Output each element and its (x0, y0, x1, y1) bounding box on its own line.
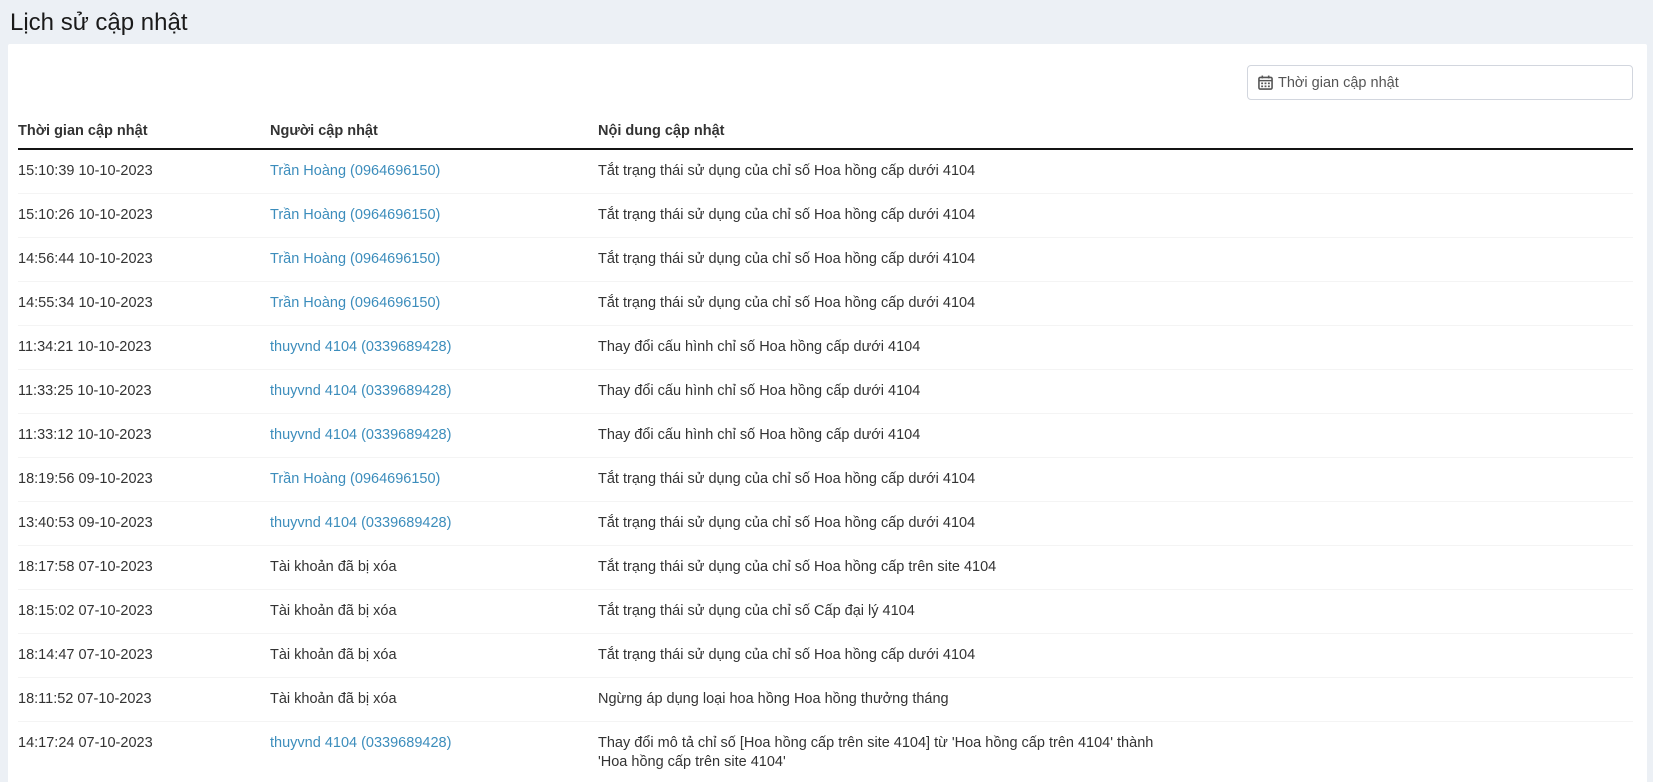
date-filter-input[interactable] (1278, 75, 1622, 91)
user-link[interactable]: Trần Hoàng (0964696150) (270, 163, 440, 179)
table-header: Thời gian cập nhật Người cập nhật Nội du… (18, 114, 1633, 149)
user-link[interactable]: thuyvnd 4104 (0339689428) (270, 339, 451, 355)
user-link[interactable]: Trần Hoàng (0964696150) (270, 295, 440, 311)
date-range-filter[interactable] (1247, 65, 1633, 100)
row-user: thuyvnd 4104 (0339689428) (270, 414, 598, 458)
table-body: 15:10:39 10-10-2023 Trần Hoàng (09646961… (18, 149, 1633, 782)
column-header-time: Thời gian cập nhật (18, 114, 270, 149)
row-user: Tài khoản đã bị xóa (270, 678, 598, 722)
row-time: 11:33:12 10-10-2023 (18, 414, 270, 458)
user-link[interactable]: Trần Hoàng (0964696150) (270, 207, 440, 223)
row-time: 15:10:26 10-10-2023 (18, 194, 270, 238)
table-row: 11:33:12 10-10-2023 thuyvnd 4104 (033968… (18, 414, 1633, 458)
row-time: 18:19:56 09-10-2023 (18, 458, 270, 502)
row-time: 11:33:25 10-10-2023 (18, 370, 270, 414)
table-row: 18:14:47 07-10-2023 Tài khoản đã bị xóa … (18, 634, 1633, 678)
row-user: Trần Hoàng (0964696150) (270, 149, 598, 194)
row-content: Thay đổi mô tả chỉ số [Hoa hồng cấp trên… (598, 722, 1633, 782)
row-content: Thay đổi cấu hình chỉ số Hoa hồng cấp dư… (598, 326, 1633, 370)
table-row: 15:10:39 10-10-2023 Trần Hoàng (09646961… (18, 149, 1633, 194)
row-user: Trần Hoàng (0964696150) (270, 238, 598, 282)
row-time: 15:10:39 10-10-2023 (18, 149, 270, 194)
row-user: Tài khoản đã bị xóa (270, 634, 598, 678)
row-content: Tắt trạng thái sử dụng của chỉ số Hoa hồ… (598, 149, 1633, 194)
row-user: Trần Hoàng (0964696150) (270, 194, 598, 238)
deleted-account-label: Tài khoản đã bị xóa (270, 559, 397, 575)
table-row: 11:33:25 10-10-2023 thuyvnd 4104 (033968… (18, 370, 1633, 414)
row-user: thuyvnd 4104 (0339689428) (270, 502, 598, 546)
row-content: Tắt trạng thái sử dụng của chỉ số Hoa hồ… (598, 634, 1633, 678)
row-user: Trần Hoàng (0964696150) (270, 458, 598, 502)
page-title: Lịch sử cập nhật (10, 8, 1653, 38)
row-user: thuyvnd 4104 (0339689428) (270, 722, 598, 782)
deleted-account-label: Tài khoản đã bị xóa (270, 647, 397, 663)
row-time: 18:17:58 07-10-2023 (18, 546, 270, 590)
table-row: 18:17:58 07-10-2023 Tài khoản đã bị xóa … (18, 546, 1633, 590)
row-time: 14:55:34 10-10-2023 (18, 282, 270, 326)
row-time: 18:11:52 07-10-2023 (18, 678, 270, 722)
row-content: Tắt trạng thái sử dụng của chỉ số Cấp đạ… (598, 590, 1633, 634)
row-user: Tài khoản đã bị xóa (270, 546, 598, 590)
table-row: 18:15:02 07-10-2023 Tài khoản đã bị xóa … (18, 590, 1633, 634)
row-content: Thay đổi cấu hình chỉ số Hoa hồng cấp dư… (598, 370, 1633, 414)
row-content: Ngừng áp dụng loại hoa hồng Hoa hồng thư… (598, 678, 1633, 722)
column-header-user: Người cập nhật (270, 114, 598, 149)
user-link[interactable]: thuyvnd 4104 (0339689428) (270, 515, 451, 531)
update-history-table: Thời gian cập nhật Người cập nhật Nội du… (18, 114, 1633, 782)
row-time: 13:40:53 09-10-2023 (18, 502, 270, 546)
table-row: 13:40:53 09-10-2023 thuyvnd 4104 (033968… (18, 502, 1633, 546)
user-link[interactable]: thuyvnd 4104 (0339689428) (270, 735, 451, 751)
user-link[interactable]: thuyvnd 4104 (0339689428) (270, 383, 451, 399)
row-content: Tắt trạng thái sử dụng của chỉ số Hoa hồ… (598, 546, 1633, 590)
row-user: Trần Hoàng (0964696150) (270, 282, 598, 326)
row-time: 18:15:02 07-10-2023 (18, 590, 270, 634)
calendar-icon (1258, 75, 1273, 90)
user-link[interactable]: Trần Hoàng (0964696150) (270, 251, 440, 267)
table-row: 14:17:24 07-10-2023 thuyvnd 4104 (033968… (18, 722, 1633, 782)
row-user: thuyvnd 4104 (0339689428) (270, 326, 598, 370)
row-content: Tắt trạng thái sử dụng của chỉ số Hoa hồ… (598, 282, 1633, 326)
table-row: 18:19:56 09-10-2023 Trần Hoàng (09646961… (18, 458, 1633, 502)
table-row: 11:34:21 10-10-2023 thuyvnd 4104 (033968… (18, 326, 1633, 370)
row-content: Thay đổi cấu hình chỉ số Hoa hồng cấp dư… (598, 414, 1633, 458)
row-user: Tài khoản đã bị xóa (270, 590, 598, 634)
row-time: 18:14:47 07-10-2023 (18, 634, 270, 678)
row-content: Tắt trạng thái sử dụng của chỉ số Hoa hồ… (598, 502, 1633, 546)
row-content: Tắt trạng thái sử dụng của chỉ số Hoa hồ… (598, 194, 1633, 238)
deleted-account-label: Tài khoản đã bị xóa (270, 603, 397, 619)
table-row: 14:55:34 10-10-2023 Trần Hoàng (09646961… (18, 282, 1633, 326)
row-time: 14:56:44 10-10-2023 (18, 238, 270, 282)
row-content: Tắt trạng thái sử dụng của chỉ số Hoa hồ… (598, 458, 1633, 502)
row-time: 14:17:24 07-10-2023 (18, 722, 270, 782)
user-link[interactable]: thuyvnd 4104 (0339689428) (270, 427, 451, 443)
row-user: thuyvnd 4104 (0339689428) (270, 370, 598, 414)
table-row: 18:11:52 07-10-2023 Tài khoản đã bị xóa … (18, 678, 1633, 722)
content-header: Lịch sử cập nhật (0, 0, 1653, 44)
history-card: Thời gian cập nhật Người cập nhật Nội du… (8, 44, 1647, 782)
table-row: 14:56:44 10-10-2023 Trần Hoàng (09646961… (18, 238, 1633, 282)
deleted-account-label: Tài khoản đã bị xóa (270, 691, 397, 707)
user-link[interactable]: Trần Hoàng (0964696150) (270, 471, 440, 487)
table-row: 15:10:26 10-10-2023 Trần Hoàng (09646961… (18, 194, 1633, 238)
column-header-content: Nội dung cập nhật (598, 114, 1633, 149)
row-content: Tắt trạng thái sử dụng của chỉ số Hoa hồ… (598, 238, 1633, 282)
row-time: 11:34:21 10-10-2023 (18, 326, 270, 370)
filter-bar (18, 54, 1633, 100)
